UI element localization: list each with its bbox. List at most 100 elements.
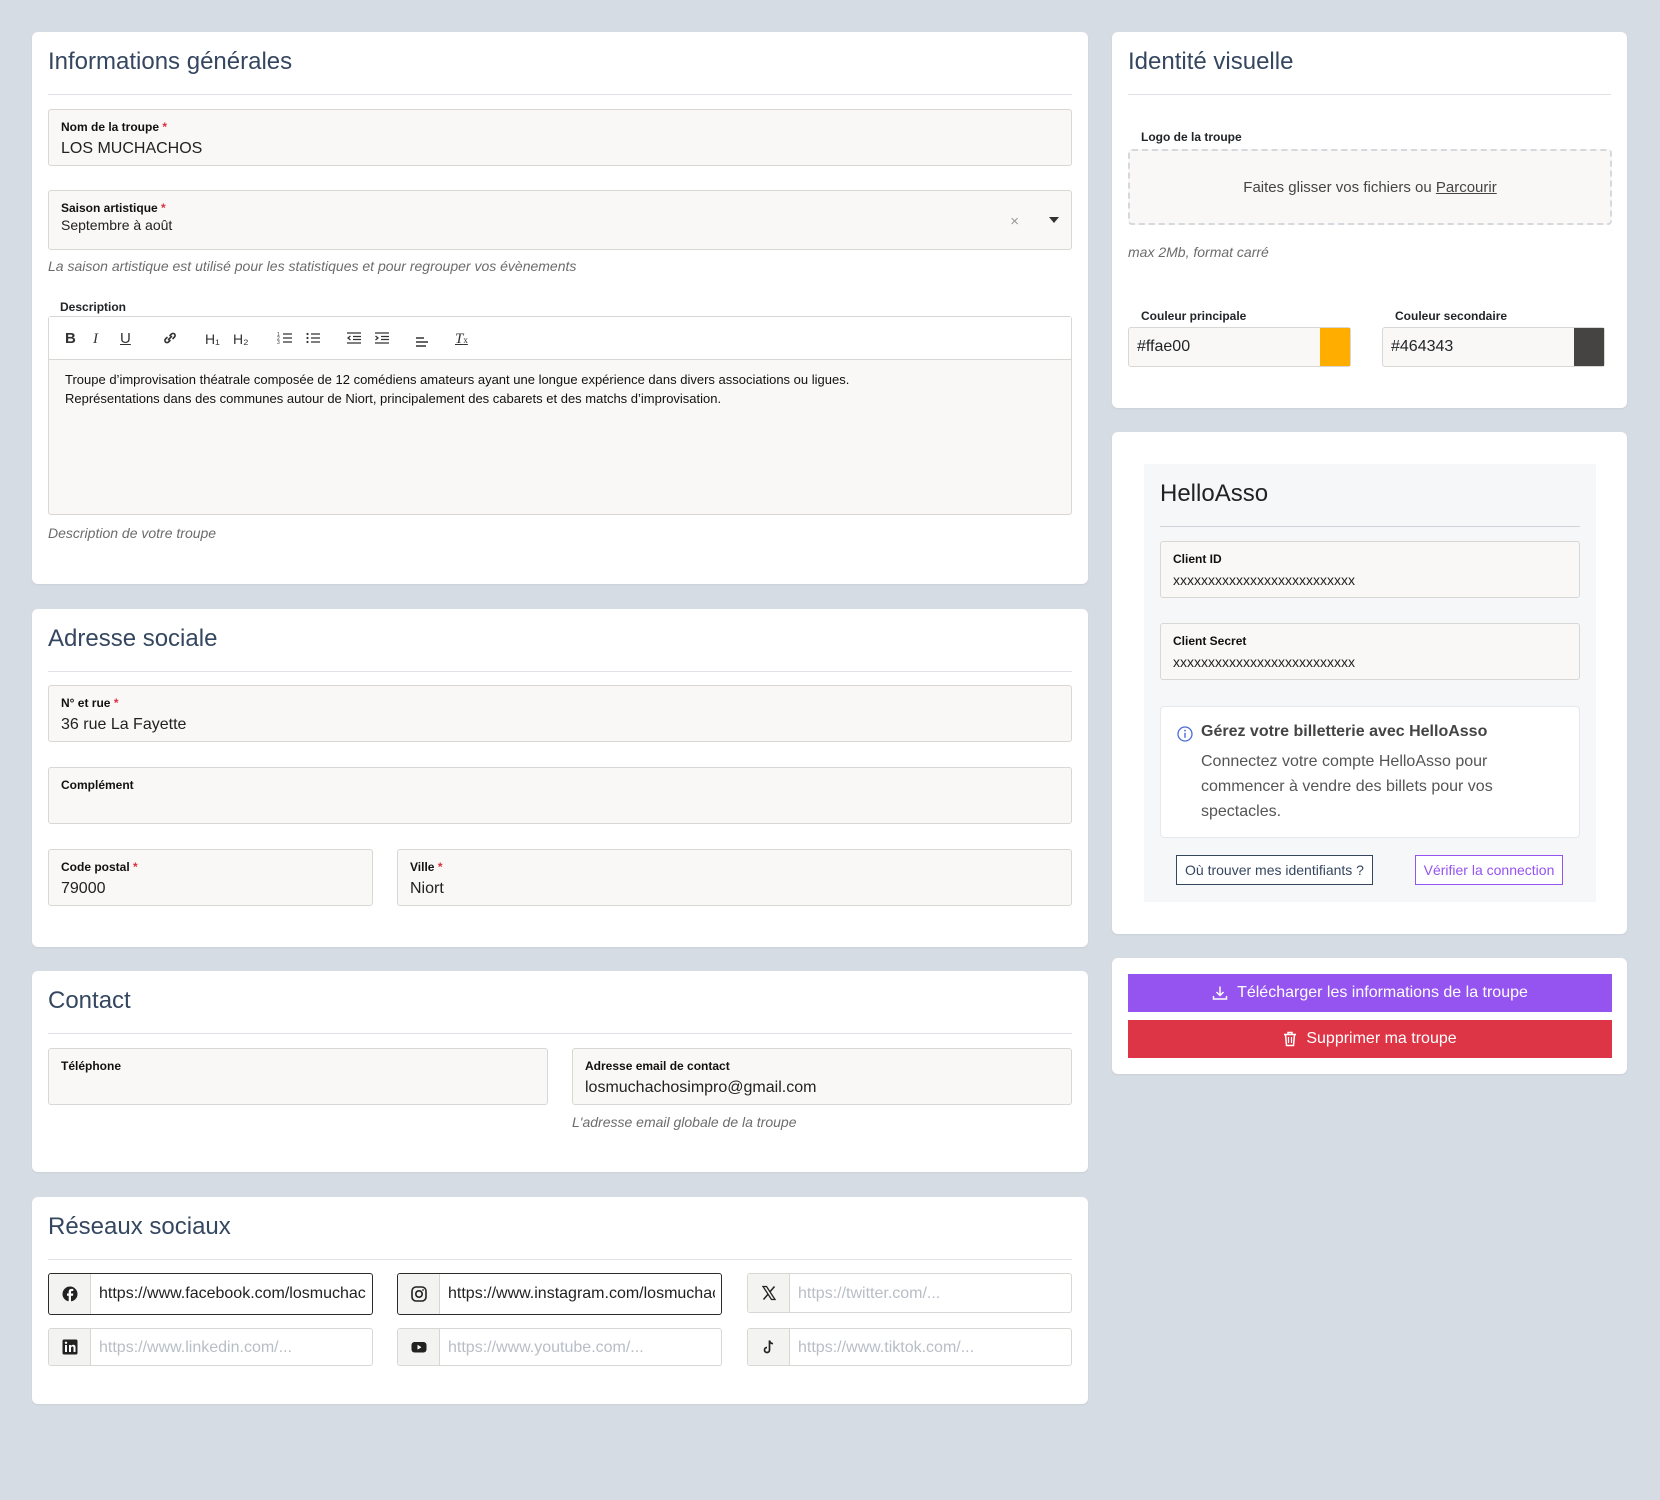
general-info-title: Informations générales	[48, 46, 1072, 95]
client-secret-field[interactable]: Client Secret xxxxxxxxxxxxxxxxxxxxxxxxxx	[1160, 623, 1580, 680]
download-label: Télécharger les informations de la troup…	[1237, 984, 1528, 1001]
instagram-input[interactable]: https://www.instagram.com/losmuchachosim…	[397, 1273, 722, 1315]
linkedin-placeholder: https://www.linkedin.com/...	[99, 1339, 292, 1356]
logo-help: max 2Mb, format carré	[1128, 244, 1269, 260]
client-id-field[interactable]: Client ID xxxxxxxxxxxxxxxxxxxxxxxxxx	[1160, 541, 1580, 598]
verify-connection-button[interactable]: Vérifier la connection	[1415, 855, 1563, 885]
italic-button[interactable]: I	[93, 330, 98, 348]
description-editor[interactable]: B I U H₁ H₂ 123 Tx Troupe d’improvisatio…	[48, 316, 1072, 515]
social-card: Réseaux sociaux https://www.facebook.com…	[32, 1197, 1088, 1404]
general-info-card: Informations générales Nom de la troupe …	[32, 32, 1088, 584]
dropzone-text: Faites glisser vos fichiers ou	[1243, 178, 1432, 196]
browse-link[interactable]: Parcourir	[1436, 179, 1497, 196]
logo-dropzone[interactable]: Faites glisser vos fichiers ou Parcourir	[1128, 149, 1612, 225]
info-title: Gérez votre billetterie avec HelloAsso	[1201, 723, 1488, 740]
secondary-color-label: Couleur secondaire	[1395, 309, 1508, 323]
troupe-name-value: LOS MUCHACHOS	[61, 140, 203, 157]
street-field[interactable]: N° et rue * 36 rue La Fayette	[48, 685, 1072, 742]
postal-code-field[interactable]: Code postal * 79000	[48, 849, 373, 906]
season-value: Septembre à août	[61, 217, 173, 233]
email-field[interactable]: Adresse email de contact losmuchachosimp…	[572, 1048, 1072, 1105]
find-ids-button[interactable]: Où trouver mes identifiants ?	[1176, 855, 1373, 885]
description-help: Description de votre troupe	[48, 525, 217, 541]
bullet-list-icon[interactable]	[305, 330, 321, 351]
svg-text:3: 3	[277, 340, 280, 346]
city-label: Ville *	[410, 860, 443, 874]
link-icon[interactable]	[162, 330, 178, 351]
visual-identity-title: Identité visuelle	[1128, 46, 1611, 95]
chevron-down-icon[interactable]	[1049, 217, 1059, 223]
secondary-color-input[interactable]: #464343	[1382, 327, 1605, 367]
indent-icon[interactable]	[374, 330, 390, 351]
visual-identity-card: Identité visuelle Logo de la troupe Fait…	[1112, 32, 1627, 408]
description-line-2: Représentations dans des communes autour…	[65, 391, 722, 406]
download-icon	[1212, 986, 1228, 1000]
season-select[interactable]: Saison artistique * Septembre à août ×	[48, 190, 1072, 250]
bold-button[interactable]: B	[65, 330, 76, 348]
contact-title: Contact	[48, 985, 1072, 1034]
contact-card: Contact Téléphone Adresse email de conta…	[32, 971, 1088, 1172]
info-text: Connectez votre compte HelloAsso pour co…	[1201, 753, 1493, 820]
heading1-button[interactable]: H₁	[205, 330, 220, 348]
description-text[interactable]: Troupe d’improvisation théatrale composé…	[65, 370, 1055, 408]
phone-field[interactable]: Téléphone	[48, 1048, 548, 1105]
client-id-value: xxxxxxxxxxxxxxxxxxxxxxxxxx	[1173, 572, 1355, 588]
delete-troupe-button[interactable]: Supprimer ma troupe	[1128, 1020, 1612, 1058]
underline-button[interactable]: U	[120, 330, 131, 348]
email-help: L'adresse email globale de la troupe	[572, 1114, 797, 1130]
season-clear-icon[interactable]: ×	[1010, 213, 1019, 230]
youtube-icon	[398, 1329, 440, 1365]
tiktok-input[interactable]: https://www.tiktok.com/...	[747, 1328, 1072, 1366]
ordered-list-icon[interactable]: 123	[277, 330, 293, 351]
linkedin-input[interactable]: https://www.linkedin.com/...	[48, 1328, 373, 1366]
facebook-value: https://www.facebook.com/losmuchachosimp…	[99, 1285, 366, 1302]
social-title: Réseaux sociaux	[48, 1211, 1072, 1260]
troupe-name-field[interactable]: Nom de la troupe * LOS MUCHACHOS	[48, 109, 1072, 166]
heading2-button[interactable]: H₂	[233, 330, 249, 348]
linkedin-icon	[49, 1329, 91, 1365]
facebook-icon	[49, 1274, 91, 1314]
helloasso-panel: HelloAsso Client ID xxxxxxxxxxxxxxxxxxxx…	[1144, 464, 1596, 902]
client-secret-value: xxxxxxxxxxxxxxxxxxxxxxxxxx	[1173, 654, 1355, 670]
troupe-name-label: Nom de la troupe *	[61, 120, 168, 134]
address-card: Adresse sociale N° et rue * 36 rue La Fa…	[32, 609, 1088, 947]
postal-code-label: Code postal *	[61, 860, 138, 874]
instagram-icon	[398, 1274, 440, 1314]
description-label: Description	[60, 300, 127, 314]
secondary-color-value: #464343	[1391, 338, 1454, 355]
instagram-value: https://www.instagram.com/losmuchachosim…	[448, 1285, 715, 1302]
youtube-placeholder: https://www.youtube.com/...	[448, 1339, 644, 1356]
city-value: Niort	[410, 880, 444, 897]
email-label: Adresse email de contact	[585, 1059, 730, 1073]
youtube-input[interactable]: https://www.youtube.com/...	[397, 1328, 722, 1366]
logo-label: Logo de la troupe	[1141, 130, 1242, 144]
clear-format-button[interactable]: Tx	[455, 330, 468, 349]
phone-label: Téléphone	[61, 1059, 122, 1073]
season-label: Saison artistique *	[61, 201, 166, 215]
email-value: losmuchachosimpro@gmail.com	[585, 1079, 817, 1096]
twitter-input[interactable]: https://twitter.com/...	[747, 1273, 1072, 1313]
editor-toolbar: B I U H₁ H₂ 123 Tx	[49, 317, 1071, 360]
primary-color-swatch[interactable]	[1320, 328, 1350, 366]
helloasso-card: HelloAsso Client ID xxxxxxxxxxxxxxxxxxxx…	[1112, 432, 1627, 934]
primary-color-value: #ffae00	[1137, 338, 1191, 355]
complement-field[interactable]: Complément	[48, 767, 1072, 824]
helloasso-info-box: Gérez votre billetterie avec HelloAsso C…	[1160, 706, 1580, 838]
primary-color-input[interactable]: #ffae00	[1128, 327, 1351, 367]
twitter-placeholder: https://twitter.com/...	[798, 1285, 941, 1302]
client-id-label: Client ID	[1173, 552, 1222, 566]
helloasso-title: HelloAsso	[1160, 478, 1580, 527]
outdent-icon[interactable]	[346, 330, 362, 351]
delete-label: Supprimer ma troupe	[1306, 1030, 1457, 1047]
align-left-icon[interactable]	[415, 334, 431, 355]
download-button[interactable]: Télécharger les informations de la troup…	[1128, 974, 1612, 1012]
tiktok-placeholder: https://www.tiktok.com/...	[798, 1339, 975, 1356]
secondary-color-swatch[interactable]	[1574, 328, 1604, 366]
postal-code-value: 79000	[61, 880, 106, 897]
primary-color-label: Couleur principale	[1141, 309, 1247, 323]
facebook-input[interactable]: https://www.facebook.com/losmuchachosimp…	[48, 1273, 373, 1315]
address-title: Adresse sociale	[48, 623, 1072, 672]
info-icon	[1177, 726, 1193, 747]
trash-icon	[1284, 1031, 1297, 1047]
city-field[interactable]: Ville * Niort	[397, 849, 1072, 906]
